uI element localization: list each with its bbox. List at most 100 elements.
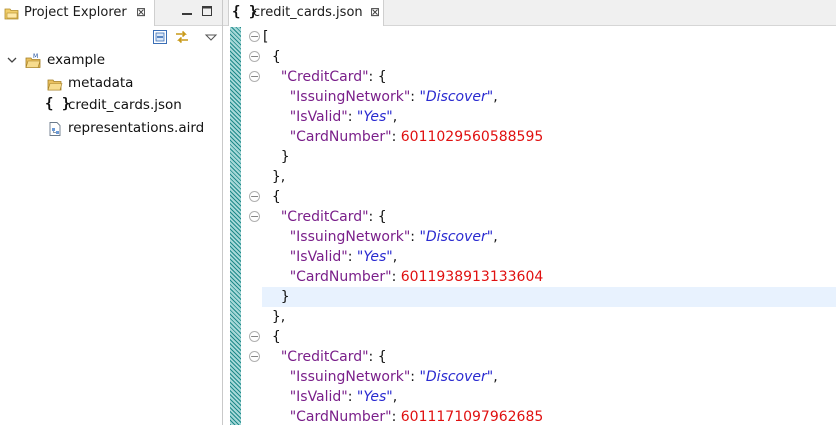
json-number: 6011029560588595 — [400, 129, 544, 145]
json-punct — [263, 109, 290, 125]
code-line: }, — [263, 167, 285, 187]
link-with-editor-icon[interactable] — [174, 29, 190, 45]
json-punct: , — [392, 109, 398, 125]
json-punct — [263, 129, 290, 145]
json-punct — [263, 89, 290, 105]
json-key: "IssuingNetwork" — [289, 369, 411, 385]
json-punct — [263, 269, 290, 285]
tree-item-label: example — [47, 52, 106, 68]
tab-title: credit_cards.json — [253, 5, 363, 20]
project-explorer-view: Project Explorer ⊠ M example metadata {… — [0, 0, 223, 425]
aird-file-icon — [49, 122, 61, 136]
close-tab-icon[interactable]: ⊠ — [136, 5, 146, 19]
json-punct — [263, 409, 290, 425]
current-line-highlight — [262, 287, 836, 307]
maximize-icon[interactable] — [200, 4, 214, 18]
fold-toggle-icon[interactable]: − — [249, 71, 260, 82]
json-key: "IssuingNetwork" — [289, 89, 411, 105]
json-punct: , — [493, 369, 498, 385]
json-punct — [263, 69, 281, 85]
json-string: "Discover" — [419, 229, 494, 245]
json-number: 6011171097962685 — [400, 409, 544, 425]
json-punct — [263, 229, 290, 245]
code-line: "IssuingNetwork": "Discover", — [263, 227, 498, 247]
folding-ruler — [241, 27, 261, 425]
code-line: "IsValid": "Yes", — [263, 247, 397, 267]
fold-toggle-icon[interactable]: − — [249, 351, 260, 362]
json-number: 6011938913133604 — [400, 269, 544, 285]
tab-title: Project Explorer — [24, 5, 127, 20]
code-line: "IsValid": "Yes", — [263, 107, 397, 127]
project-folder-icon: M — [25, 53, 41, 68]
code-line: "CreditCard": { — [263, 67, 387, 87]
tree-item-label: credit_cards.json — [68, 97, 182, 113]
code-line: } — [263, 287, 290, 307]
code-line: "CardNumber": 6011171097962685 — [263, 407, 544, 427]
json-punct — [263, 389, 290, 405]
json-file-icon: { } — [45, 96, 71, 112]
fold-toggle-icon[interactable]: − — [249, 331, 260, 342]
json-punct: : — [391, 269, 401, 285]
json-punct: { — [263, 49, 281, 65]
project-explorer-tabbar: Project Explorer ⊠ — [0, 0, 222, 26]
json-key: "IsValid" — [289, 109, 348, 125]
tree-item-label: metadata — [68, 75, 134, 91]
tab-project-explorer[interactable]: Project Explorer ⊠ — [0, 0, 155, 26]
json-punct: }, — [263, 309, 286, 325]
fold-toggle-icon[interactable]: − — [249, 211, 260, 222]
json-punct: }, — [263, 169, 286, 185]
close-tab-icon[interactable]: ⊠ — [370, 5, 380, 19]
chevron-down-icon[interactable] — [6, 54, 18, 66]
editor-tabbar: { } credit_cards.json ⊠ — [223, 0, 836, 26]
json-punct: : — [391, 409, 401, 425]
fold-toggle-icon[interactable]: − — [249, 51, 260, 62]
tab-credit-cards-json[interactable]: { } credit_cards.json ⊠ — [228, 0, 384, 26]
tree-item-example[interactable]: M example — [0, 51, 220, 71]
tree-item-label: representations.aird — [68, 120, 205, 136]
code-line: "IsValid": "Yes", — [263, 387, 397, 407]
code-line: "CardNumber": 6011938913133604 — [263, 267, 544, 287]
code-line: } — [263, 147, 290, 167]
json-key: "CreditCard" — [280, 69, 369, 85]
code-line: [ — [263, 27, 268, 47]
json-key: "IssuingNetwork" — [289, 229, 411, 245]
code-line: "CardNumber": 6011029560588595 — [263, 127, 544, 147]
json-punct: { — [263, 189, 281, 205]
json-punct: , — [493, 89, 498, 105]
json-punct: : { — [368, 349, 387, 365]
code-line: "IssuingNetwork": "Discover", — [263, 367, 498, 387]
collapse-all-icon[interactable] — [152, 29, 168, 45]
minimize-icon[interactable] — [180, 4, 194, 18]
project-explorer-toolbar — [0, 26, 222, 48]
code-line: }, — [263, 307, 285, 327]
json-key: "CardNumber" — [289, 409, 392, 425]
fold-toggle-icon[interactable]: − — [249, 191, 260, 202]
project-explorer-icon — [4, 8, 19, 20]
json-punct: , — [392, 249, 398, 265]
json-key: "IsValid" — [289, 249, 348, 265]
json-punct: : { — [368, 209, 387, 225]
json-string: "Yes" — [356, 249, 393, 265]
code-line: "IssuingNetwork": "Discover", — [263, 87, 498, 107]
json-punct: : — [347, 109, 357, 125]
json-punct: : — [347, 389, 357, 405]
json-editor: { } credit_cards.json ⊠ − − − − − − − [ { "Cre… — [223, 0, 836, 425]
fold-toggle-icon[interactable]: − — [249, 31, 260, 42]
json-punct: { — [263, 329, 281, 345]
json-key: "CardNumber" — [289, 129, 392, 145]
view-menu-icon[interactable] — [203, 29, 219, 45]
json-key: "IsValid" — [289, 389, 348, 405]
code-line: { — [263, 47, 281, 67]
json-punct — [263, 369, 290, 385]
change-ruler — [230, 27, 241, 425]
json-punct: , — [493, 229, 498, 245]
tree-item-representations-aird[interactable]: representations.aird — [0, 119, 220, 139]
code-line: "CreditCard": { — [263, 347, 387, 367]
tree-item-metadata[interactable]: metadata — [0, 74, 220, 94]
json-string: "Discover" — [419, 369, 494, 385]
json-punct: , — [392, 389, 398, 405]
folder-icon — [47, 79, 63, 91]
code-line: { — [263, 327, 281, 347]
code-line: "CreditCard": { — [263, 207, 387, 227]
tree-item-credit-cards-json[interactable]: { } credit_cards.json — [0, 96, 220, 116]
